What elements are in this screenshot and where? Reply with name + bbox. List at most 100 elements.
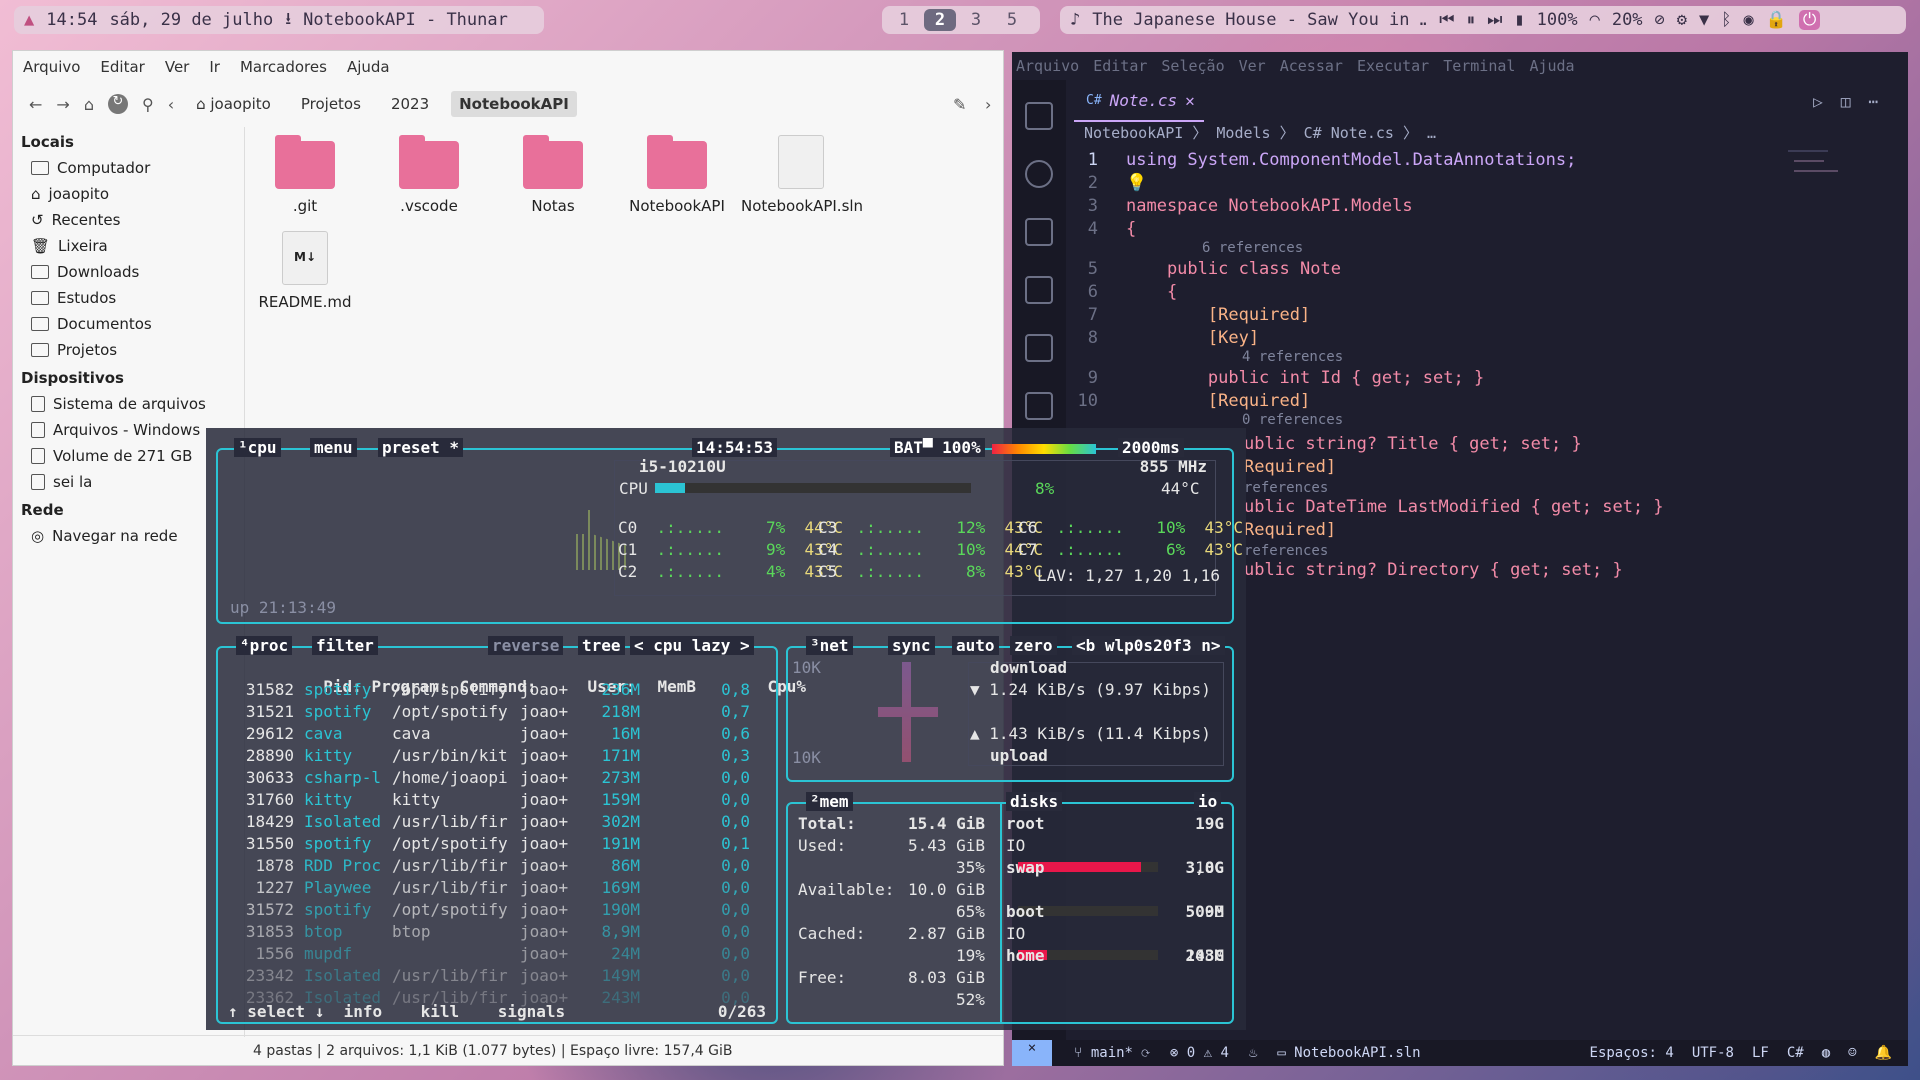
prev-track-icon[interactable]: ⏮ [1439, 10, 1454, 30]
menu-ajuda[interactable]: Ajuda [347, 58, 390, 76]
cpu-tab[interactable]: ¹cpu [234, 438, 281, 457]
proc-row[interactable]: 1556 mupdf joao+ 24M 0,0 [218, 944, 750, 967]
proc-row[interactable]: 23342 Isolated/usr/lib/fir joao+ 149M 0,0 [218, 966, 750, 989]
breadcrumb-notebookapi[interactable]: NotebookAPI [451, 91, 577, 117]
chevron-left-icon[interactable]: ‹ [168, 95, 174, 114]
media-title[interactable]: The Japanese House - Saw You in … [1092, 10, 1427, 30]
run-debug-icon[interactable] [1025, 276, 1053, 304]
sidebar-item-downloads[interactable]: Downloads [13, 259, 244, 285]
codelens-references[interactable]: 6 references [1066, 240, 1846, 257]
sidebar-item-recentes[interactable]: ↺ Recentes [13, 207, 244, 233]
proc-row[interactable]: 31521 spotify/opt/spotify joao+ 218M 0,7 [218, 702, 750, 725]
code-area[interactable]: 1 using System.ComponentModel.DataAnnotat… [1066, 148, 1846, 429]
remote-explorer-icon[interactable] [1025, 392, 1053, 420]
proc-row[interactable]: 31550 spotify/opt/spotify joao+ 191M 0,1 [218, 834, 750, 857]
proc-row[interactable]: 31760 kitty kitty joao+ 159M 0,0 [218, 790, 750, 813]
mic-off-icon[interactable]: ⊘ [1655, 10, 1665, 30]
language-status[interactable]: C# [1787, 1045, 1804, 1061]
reload-icon[interactable]: ↻ [107, 94, 128, 114]
next-track-icon[interactable]: ⏭ [1487, 10, 1502, 30]
auto-tab[interactable]: auto [952, 636, 999, 655]
file-item-sln[interactable]: NotebookAPI.sln [741, 135, 863, 215]
file-item-notas[interactable]: Notas [493, 135, 613, 215]
indent-status[interactable]: Espaços: 4 [1590, 1045, 1674, 1061]
chevron-right-icon[interactable]: › [985, 95, 991, 114]
menu-acessar[interactable]: Acessar [1280, 57, 1343, 75]
menu-ajuda[interactable]: Ajuda [1529, 57, 1574, 75]
sidebar-item-computador[interactable]: Computador [13, 155, 244, 181]
sidebar-item-sistema[interactable]: Sistema de arquivos [13, 391, 244, 417]
file-item-notebookapi[interactable]: NotebookAPI [617, 135, 737, 215]
explorer-icon[interactable] [1025, 102, 1053, 130]
proc-footer[interactable]: ↑ select ↓ info kill signals [228, 1002, 565, 1021]
zero-tab[interactable]: zero [1010, 636, 1057, 655]
menu-selecao[interactable]: Seleção [1161, 57, 1224, 75]
wifi-icon[interactable]: ▼ [1699, 10, 1709, 30]
run-icon[interactable]: ▷ [1813, 92, 1823, 111]
problems-status[interactable]: ⊗ 0 ⚠ 4 [1170, 1045, 1229, 1061]
sidebar-item-joaopito[interactable]: ⌂ joaopito [13, 181, 244, 207]
proc-row[interactable]: 30633 csharp-l/home/joaopi joao+ 273M 0,0 [218, 768, 750, 791]
search-icon[interactable] [1025, 160, 1053, 188]
disks-tab[interactable]: disks [1006, 792, 1063, 811]
branch-status[interactable]: ⑂ main* ⟳ [1074, 1045, 1150, 1061]
sort-selector[interactable]: < cpu lazy > [630, 636, 754, 655]
menu-arquivo[interactable]: Arquivo [23, 58, 80, 76]
workspace-5[interactable]: 5 [996, 9, 1028, 31]
lightbulb-icon[interactable]: 💡 [1126, 173, 1147, 193]
forward-icon[interactable]: → [56, 95, 69, 114]
preset-tab[interactable]: preset * [378, 438, 464, 457]
solution-status[interactable]: ▭ NotebookAPI.sln [1277, 1045, 1420, 1061]
edit-path-icon[interactable]: ✎ [953, 95, 966, 114]
editor-breadcrumbs[interactable]: NotebookAPI 〉 Models 〉 C# Note.cs 〉 … [1084, 122, 1436, 143]
source-control-icon[interactable] [1025, 218, 1053, 246]
codelens-references[interactable]: references [1244, 543, 1664, 560]
bell-icon[interactable]: 🔔 [1875, 1045, 1892, 1061]
close-icon[interactable]: ✕ [1185, 91, 1195, 110]
net-tab[interactable]: ³net [806, 636, 853, 655]
menu-executar[interactable]: Executar [1357, 57, 1429, 75]
sidebar-item-documentos[interactable]: Documentos [13, 311, 244, 337]
filter-tab[interactable]: filter [312, 636, 378, 655]
breadcrumb-joaopito[interactable]: ⌂ joaopito [188, 91, 279, 117]
menu-arquivo[interactable]: Arquivo [1016, 57, 1079, 75]
file-item-readme[interactable]: M↓ README.md [245, 231, 365, 311]
workspace-3[interactable]: 3 [960, 9, 992, 31]
more-icon[interactable]: ⋯ [1868, 92, 1878, 111]
headphones-icon[interactable]: ◠ [1590, 10, 1600, 30]
breadcrumb-projetos[interactable]: Projetos [293, 91, 369, 117]
mem-tab[interactable]: ²mem [806, 792, 853, 811]
sidebar-item-projetos[interactable]: Projetos [13, 337, 244, 363]
menu-terminal[interactable]: Terminal [1443, 57, 1515, 75]
breadcrumb-2023[interactable]: 2023 [383, 91, 437, 117]
proc-row[interactable]: 1227 Playwee/usr/lib/fir joao+ 169M 0,0 [218, 878, 750, 901]
codelens-references[interactable]: references [1244, 480, 1664, 497]
home-icon[interactable]: ⌂ [84, 95, 94, 114]
proc-tab[interactable]: ⁴proc [236, 636, 293, 655]
menu-tab[interactable]: menu [310, 438, 357, 457]
menu-editar[interactable]: Editar [100, 58, 144, 76]
codelens-references[interactable]: 4 references [1066, 349, 1846, 366]
io-tab[interactable]: io [1194, 792, 1222, 811]
menu-editar[interactable]: Editar [1093, 57, 1147, 75]
file-item-vscode[interactable]: .vscode [369, 135, 489, 215]
proc-row[interactable]: 31572 spotify/opt/spotify joao+ 190M 0,0 [218, 900, 750, 923]
lock-icon[interactable]: 🔒 [1766, 10, 1787, 30]
flame-icon[interactable]: ♨ [1249, 1045, 1257, 1061]
menu-ir[interactable]: Ir [209, 58, 220, 76]
menu-marcadores[interactable]: Marcadores [240, 58, 327, 76]
encoding-status[interactable]: UTF-8 [1692, 1045, 1734, 1061]
proc-row[interactable]: 31853 btop btop joao+ 8,9M 0,0 [218, 922, 750, 945]
volume-level[interactable]: 20% [1612, 10, 1643, 30]
extensions-icon[interactable] [1025, 334, 1053, 362]
proc-row[interactable]: 18429 Isolated/usr/lib/fir joao+ 302M 0,0 [218, 812, 750, 835]
proc-row[interactable]: 28890 kitty/usr/bin/kit joao+ 171M 0,3 [218, 746, 750, 769]
arch-logo-icon[interactable]: ▲ [24, 10, 34, 30]
tree-tab[interactable]: tree [578, 636, 625, 655]
minimap[interactable] [1788, 146, 1848, 186]
pause-icon[interactable]: ⏸ [1467, 10, 1476, 30]
sync-tab[interactable]: sync [888, 636, 935, 655]
copilot-icon[interactable]: ◍ [1822, 1045, 1830, 1061]
menu-ver[interactable]: Ver [165, 58, 190, 76]
search-icon[interactable]: ⚲ [142, 95, 154, 114]
